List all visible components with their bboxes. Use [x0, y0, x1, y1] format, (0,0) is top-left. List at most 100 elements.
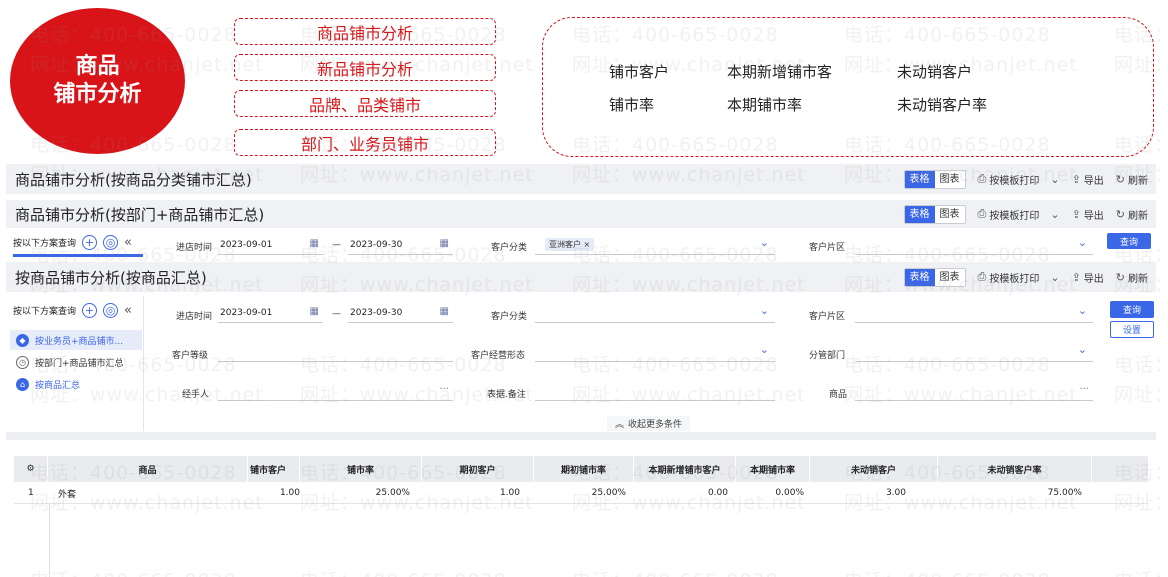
date-from-input[interactable]: 2023-09-01 ▦ [218, 303, 323, 323]
chart-view-tab[interactable]: 图表 [934, 268, 965, 286]
section-bar-2: 商品铺市分析(按部门+商品铺市汇总) 表格 图表 ⎙ 按模板打印 ⌄ ⇪ 导出 ↻ 刷新 [6, 200, 1156, 228]
scheme-query-header: 按以下方案查询 + ◎ « [13, 303, 132, 318]
customer-area-select[interactable]: ⌄ [855, 235, 1093, 255]
query-button[interactable]: 查询 [1110, 301, 1154, 318]
col-shop-customers[interactable]: 铺市客户 [248, 456, 300, 482]
col-shop-rate[interactable]: 铺市率 [300, 456, 422, 482]
col-new-customers[interactable]: 本期新增铺市客户 [634, 456, 736, 482]
watermark-text: 电话：400-665-0028 [572, 566, 779, 577]
table-header: ⚙ 商品 铺市客户 铺市率 期初客户 期初铺市率 本期新增铺市客户 本期铺市率 … [14, 456, 1148, 482]
handler-select[interactable]: ··· [218, 381, 453, 401]
chevron-down-icon[interactable]: ⌄ [760, 304, 769, 317]
date-from-input[interactable]: 2023-09-01 ▦ [218, 235, 323, 255]
chart-view-tab[interactable]: 图表 [934, 170, 965, 188]
metric-distribution-rate: 铺市率 [609, 96, 655, 114]
col-unsold-customers[interactable]: 未动销客户 [810, 456, 938, 482]
col-period-rate[interactable]: 本期铺市率 [736, 456, 810, 482]
scheme-item-product-summary[interactable]: ⌂ 按商品汇总 [10, 374, 80, 394]
remark-label: 表据.备注 [487, 390, 526, 400]
collapse-conditions-toggle[interactable]: ︽ 收起更多条件 [607, 416, 691, 431]
date-to-input[interactable]: 2023-09-30 ▦ [348, 303, 453, 323]
chevron-down-icon[interactable]: ⌄ [1078, 304, 1087, 317]
export-icon: ⇪ [1071, 172, 1081, 186]
refresh-button[interactable]: ↻ 刷新 [1116, 172, 1148, 187]
section-toolbar-3: 表格 图表 ⎙ 按模板打印 ⌄ ⇪ 导出 ↻ 刷新 [903, 267, 1148, 287]
chevron-down-icon[interactable]: ⌄ [1050, 173, 1059, 186]
collapse-sidebar-icon[interactable]: « [124, 235, 132, 250]
refresh-button[interactable]: ↻ 刷新 [1116, 207, 1148, 222]
customer-class-tag[interactable]: 亚洲客户 × [545, 238, 595, 251]
badge-line-2: 铺市分析 [53, 82, 142, 107]
handler-label: 经手人 [182, 390, 210, 400]
cell-unsold-customers: 3.00 [885, 488, 906, 498]
watermark-text: 电话：400-665-0028 [30, 566, 237, 577]
cell-product: 外套 [58, 489, 77, 500]
printer-icon: ⎙ [977, 172, 987, 185]
customer-area-select[interactable]: ⌄ [855, 303, 1093, 323]
table-left-border [49, 504, 50, 577]
customer-class-select[interactable]: ⌄ [535, 303, 775, 323]
print-template-button[interactable]: ⎙ 按模板打印 ⌄ [978, 172, 1060, 187]
add-scheme-icon[interactable]: + [82, 235, 98, 250]
scheme-settings-icon[interactable]: ◎ [103, 303, 119, 318]
chevron-down-icon[interactable]: ⌄ [1050, 208, 1059, 221]
active-scheme-indicator [13, 254, 143, 257]
table-row[interactable]: 1 外套 1.00 25.00% 1.00 25.00% 0.00 0.00% … [14, 482, 1148, 504]
refresh-icon: ↻ [1115, 270, 1125, 284]
row-index: 1 [28, 488, 34, 498]
customer-area-label: 客户片区 [809, 312, 846, 322]
section-toolbar-1: 表格 图表 ⎙ 按模板打印 ⌄ ⇪ 导出 ↻ 刷新 [903, 169, 1148, 189]
refresh-button[interactable]: ↻ 刷新 [1116, 270, 1148, 285]
calendar-icon[interactable]: ▦ [440, 306, 449, 317]
scheme-item-dept-product[interactable]: ◷ 按部门+商品铺市汇总 [10, 352, 124, 372]
product-select[interactable]: ··· [855, 381, 1093, 401]
date-separator: — [332, 309, 341, 319]
collapse-sidebar-icon[interactable]: « [124, 303, 132, 318]
print-template-button[interactable]: ⎙ 按模板打印 ⌄ [978, 207, 1060, 222]
metric-new-distributed-customers: 本期新增铺市客 [727, 63, 833, 81]
col-begin-rate[interactable]: 期初铺市率 [534, 456, 634, 482]
remark-input[interactable] [535, 381, 775, 401]
feature-dept-salesman-distribution: 部门、业务员铺市 [234, 129, 496, 156]
metric-distributed-customers: 铺市客户 [609, 63, 670, 81]
chevron-down-icon[interactable]: ⌄ [760, 343, 769, 356]
export-button[interactable]: ⇪ 导出 [1072, 207, 1104, 222]
settings-button[interactable]: 设置 [1110, 321, 1154, 338]
query-button-2[interactable]: 查询 [1107, 233, 1151, 249]
scheme-item-salesman-product[interactable]: ◆ 按业务员+商品铺市... [10, 330, 142, 350]
chevron-down-icon[interactable]: ⌄ [760, 236, 769, 249]
column-settings-icon[interactable]: ⚙ [14, 456, 48, 482]
date-to-input[interactable]: 2023-09-30 ▦ [348, 235, 453, 255]
dept-select[interactable]: ⌄ [855, 342, 1093, 362]
feature-brand-category-distribution: 品牌、品类铺市 [234, 90, 496, 117]
table-view-tab[interactable]: 表格 [904, 205, 935, 223]
col-begin-customers[interactable]: 期初客户 [422, 456, 534, 482]
table-view-tab[interactable]: 表格 [904, 268, 935, 286]
scheme-settings-icon[interactable]: ◎ [103, 235, 119, 250]
col-product[interactable]: 商品 [48, 456, 248, 482]
chart-view-tab[interactable]: 图表 [934, 205, 965, 223]
date-separator: — [332, 240, 341, 250]
calendar-icon[interactable]: ▦ [440, 238, 449, 249]
more-icon[interactable]: ··· [439, 384, 449, 395]
more-icon[interactable]: ··· [1079, 384, 1089, 395]
customer-class-select[interactable]: 亚洲客户 × ⌄ [535, 235, 775, 255]
visit-time-label: 进店时间 [176, 312, 213, 322]
chevron-down-icon[interactable]: ⌄ [1050, 271, 1059, 284]
print-template-button[interactable]: ⎙ 按模板打印 ⌄ [978, 270, 1060, 285]
col-unsold-rate[interactable]: 未动销客户率 [938, 456, 1092, 482]
metric-period-distribution-rate: 本期铺市率 [727, 96, 803, 114]
chevron-down-icon[interactable]: ⌄ [1078, 343, 1087, 356]
export-icon: ⇪ [1071, 207, 1081, 221]
export-button[interactable]: ⇪ 导出 [1072, 172, 1104, 187]
add-scheme-icon[interactable]: + [82, 303, 98, 318]
calendar-icon[interactable]: ▦ [310, 306, 319, 317]
export-button[interactable]: ⇪ 导出 [1072, 270, 1104, 285]
business-form-select[interactable]: ⌄ [535, 342, 775, 362]
printer-icon: ⎙ [977, 207, 987, 220]
table-view-tab[interactable]: 表格 [904, 170, 935, 188]
customer-level-select[interactable] [218, 342, 453, 362]
chevron-down-icon[interactable]: ⌄ [1078, 236, 1087, 249]
scheme-query-header-2: 按以下方案查询 + ◎ « [13, 235, 132, 250]
calendar-icon[interactable]: ▦ [310, 238, 319, 249]
